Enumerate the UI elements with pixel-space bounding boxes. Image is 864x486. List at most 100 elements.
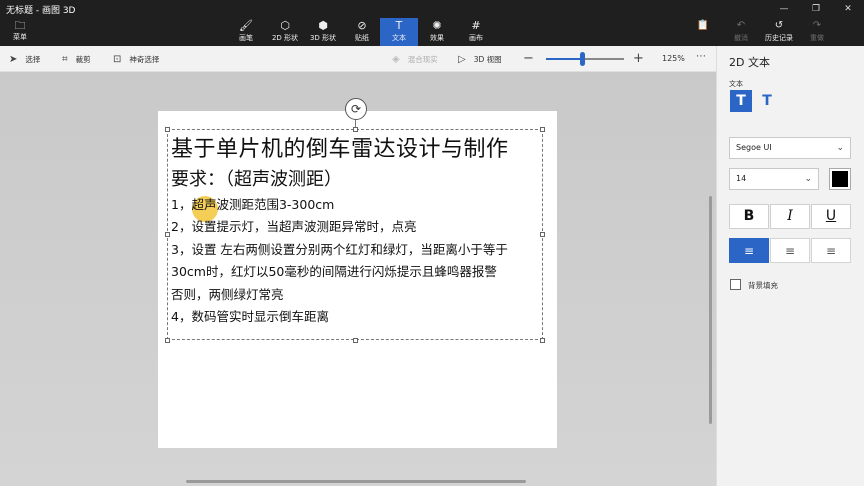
redo-icon: ↷ <box>812 20 822 31</box>
effects-icon: ✺ <box>432 19 442 32</box>
align-right-button[interactable]: ≡ <box>811 238 851 263</box>
zoom-slider-fill <box>546 58 582 60</box>
history-icon: ↺ <box>774 20 784 31</box>
resize-handle-bl[interactable] <box>165 338 170 343</box>
text-line: 2，设置提示灯，当超声波测距异常时，点亮 <box>171 219 417 235</box>
magic-select-icon: ⊡ <box>113 53 122 65</box>
text-icon: T <box>395 19 403 32</box>
zoom-level: 125% <box>662 54 685 63</box>
view-3d-label: 3D 视图 <box>473 54 502 64</box>
resize-handle-br[interactable] <box>540 338 545 343</box>
resize-handle-l[interactable] <box>165 232 170 237</box>
panel-title: 2D 文本 <box>729 56 770 69</box>
menu-button[interactable]: 🗀 菜单 <box>10 20 30 42</box>
resize-handle-tr[interactable] <box>540 127 545 132</box>
underline-button[interactable]: U <box>811 204 851 229</box>
magic-select-button[interactable]: ⊡ 神奇选择 <box>113 46 159 72</box>
more-options-button[interactable]: ⋯ <box>696 46 706 72</box>
font-value: Segoe UI <box>736 143 772 152</box>
text-box-content[interactable]: 基于单片机的倒车雷达设计与制作 要求：（超声波测距） 1，超声波测距范围3-30… <box>171 134 541 328</box>
text-line: 1，超声波测距范围3-300cm <box>171 197 335 212</box>
text-line: 4，数码管实时显示倒车距离 <box>171 309 329 325</box>
tool-shapes3d-label: 3D 形状 <box>309 34 337 42</box>
canvas-subtitle: 要求：（超声波测距） <box>171 169 342 190</box>
cursor-icon: ➤ <box>9 53 18 65</box>
undo-label: 撤消 <box>734 34 748 42</box>
history-button[interactable]: ↺ 历史记录 <box>762 18 796 46</box>
mixed-reality-button[interactable]: ◈ 混合现实 <box>392 46 438 72</box>
canvas-icon: # <box>471 19 481 32</box>
maximize-button[interactable]: ❐ <box>800 0 832 18</box>
view-3d-icon: ▷ <box>458 53 466 65</box>
text-2d-icon: T <box>736 93 746 109</box>
crop-icon: ⌗ <box>62 53 68 65</box>
text-line: 30cm时，红灯以50毫秒的间隔进行闪烁提示且蜂鸣器报警 <box>171 264 497 280</box>
italic-button[interactable]: I <box>770 204 810 229</box>
text-line: 3，设置 左右两侧设置分别两个红灯和绿灯，当距离小于等于 <box>171 241 508 257</box>
vertical-scrollbar[interactable] <box>709 196 712 424</box>
background-fill-label: 背景填充 <box>748 281 778 290</box>
text-3d-icon: T <box>762 93 772 109</box>
tool-shapes2d-button[interactable]: ⬡ 2D 形状 <box>266 18 304 46</box>
cube-icon: ⬢ <box>318 19 328 32</box>
tool-brushes-label: 画笔 <box>239 34 253 42</box>
text-properties-panel: 2D 文本 文本 T T Segoe UI ⌄ 14 ⌄ B I U ≡ ≡ ≡… <box>716 46 864 486</box>
horizontal-scrollbar[interactable] <box>186 480 526 483</box>
crop-label: 裁剪 <box>75 54 91 64</box>
close-button[interactable]: ✕ <box>832 0 864 18</box>
tool-brushes-button[interactable]: 🖌 画笔 <box>227 18 265 46</box>
minimize-button[interactable]: — <box>768 0 800 18</box>
tool-canvas-button[interactable]: # 画布 <box>457 18 495 46</box>
tool-shapes3d-button[interactable]: ⬢ 3D 形状 <box>304 18 342 46</box>
rotate-handle-icon[interactable]: ⟳ <box>345 98 367 120</box>
mixed-reality-icon: ◈ <box>392 53 400 65</box>
zoom-slider-thumb[interactable] <box>579 52 585 66</box>
ribbon: 🗀 菜单 🖌 画笔 ⬡ 2D 形状 ⬢ 3D 形状 ⊘ 贴纸 T 文本 ✺ 效果 # 画布 📋 ↶ 撤消 ↺ 历史… <box>0 18 864 46</box>
text-3d-button[interactable]: T <box>756 90 778 112</box>
brush-icon: 🖌 <box>239 19 253 32</box>
text-2d-button[interactable]: T <box>730 90 752 112</box>
zoom-slider[interactable] <box>546 52 624 66</box>
tool-canvas-label: 画布 <box>469 34 483 42</box>
font-size-dropdown[interactable]: 14 ⌄ <box>729 168 819 190</box>
paste-icon: 📋 <box>696 20 710 31</box>
bold-button[interactable]: B <box>729 204 769 229</box>
align-left-button[interactable]: ≡ <box>729 238 769 263</box>
title-bar: 无标题 - 画图 3D — ❐ ✕ <box>0 0 864 18</box>
select-label: 选择 <box>25 54 41 64</box>
align-center-button[interactable]: ≡ <box>770 238 810 263</box>
resize-handle-b[interactable] <box>353 338 358 343</box>
tool-text-label: 文本 <box>392 34 406 42</box>
crop-button[interactable]: ⌗ 裁剪 <box>62 46 91 72</box>
paste-button[interactable]: 📋 <box>686 18 720 46</box>
tool-effects-button[interactable]: ✺ 效果 <box>418 18 456 46</box>
background-fill-checkbox[interactable] <box>730 279 741 290</box>
command-bar: ➤ 选择 ⌗ 裁剪 ⊡ 神奇选择 ◈ 混合现实 ▷ 3D 视图 − + 125%… <box>0 46 716 72</box>
redo-label: 重做 <box>810 34 824 42</box>
font-dropdown[interactable]: Segoe UI ⌄ <box>729 137 851 159</box>
undo-button[interactable]: ↶ 撤消 <box>724 18 758 46</box>
text-color-swatch[interactable] <box>829 168 851 190</box>
folder-icon: 🗀 <box>14 19 26 32</box>
window-controls: — ❐ ✕ <box>768 0 864 18</box>
select-button[interactable]: ➤ 选择 <box>9 46 40 72</box>
zoom-out-button[interactable]: − <box>523 46 534 72</box>
text-line: 否则，两侧绿灯常亮 <box>171 286 284 302</box>
font-size-value: 14 <box>736 174 747 183</box>
magic-select-label: 神奇选择 <box>129 54 160 64</box>
text-color-fill <box>832 171 848 187</box>
tool-stickers-button[interactable]: ⊘ 贴纸 <box>343 18 381 46</box>
tool-text-button[interactable]: T 文本 <box>380 18 418 46</box>
view-3d-button[interactable]: ▷ 3D 视图 <box>458 46 502 72</box>
workspace: ⟳ 基于单片机的倒车雷达设计与制作 要求：（超声波测距） 1，超声波测距范围3-… <box>0 72 716 486</box>
canvas-title: 基于单片机的倒车雷达设计与制作 <box>171 137 509 162</box>
chevron-down-icon: ⌄ <box>804 174 812 184</box>
redo-button[interactable]: ↷ 重做 <box>800 18 834 46</box>
resize-handle-tl[interactable] <box>165 127 170 132</box>
resize-handle-t[interactable] <box>353 127 358 132</box>
shapes-2d-icon: ⬡ <box>280 19 290 32</box>
chevron-down-icon: ⌄ <box>836 143 844 153</box>
zoom-in-button[interactable]: + <box>633 46 644 72</box>
tool-stickers-label: 贴纸 <box>355 34 369 42</box>
window-title: 无标题 - 画图 3D <box>6 6 76 16</box>
